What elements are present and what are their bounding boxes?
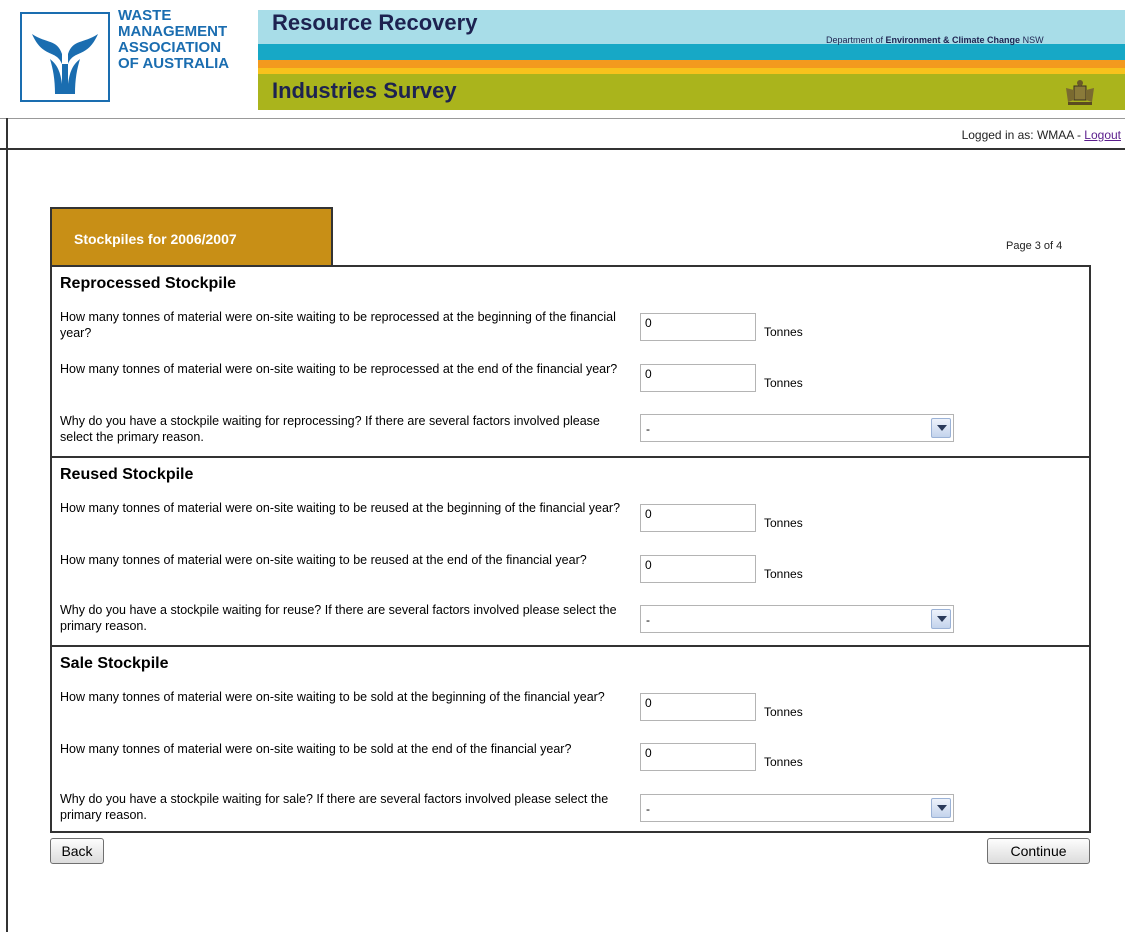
question-label: Why do you have a stockpile waiting for … — [60, 792, 609, 822]
login-divider — [0, 148, 1125, 150]
question-label: How many tonnes of material were on-site… — [60, 501, 621, 515]
chevron-down-icon[interactable] — [931, 609, 951, 629]
logo-line: MANAGEMENT — [118, 23, 228, 40]
question-label: How many tonnes of material were on-site… — [60, 362, 618, 376]
department-label: Department of Environment & Climate Chan… — [826, 35, 1044, 45]
reused-reason-select[interactable]: - — [640, 605, 954, 633]
unit-label: Tonnes — [764, 755, 803, 769]
question-label: How many tonnes of material were on-site… — [60, 310, 616, 340]
unit-label: Tonnes — [764, 376, 803, 390]
select-value: - — [646, 422, 650, 436]
header-band-orange — [258, 60, 1125, 68]
reused-start-input[interactable] — [640, 504, 756, 532]
header-divider — [0, 118, 1125, 119]
sale-start-input[interactable] — [640, 693, 756, 721]
unit-label: Tonnes — [764, 516, 803, 530]
nsw-crest-icon — [1060, 78, 1100, 106]
question-label: How many tonnes of material were on-site… — [60, 742, 572, 756]
dept-suffix: NSW — [1020, 35, 1044, 45]
tab-title: Stockpiles for 2006/2007 — [74, 231, 237, 247]
section-title: Reused Stockpile — [60, 466, 194, 483]
logo-text: WASTE MANAGEMENT ASSOCIATION OF AUSTRALI… — [118, 8, 229, 72]
section-title: Sale Stockpile — [60, 655, 169, 672]
sale-reason-select[interactable]: - — [640, 794, 954, 822]
question-label: Why do you have a stockpile waiting for … — [60, 414, 600, 444]
select-value: - — [646, 613, 650, 627]
chevron-down-icon[interactable] — [931, 418, 951, 438]
reprocessed-end-input[interactable] — [640, 364, 756, 392]
unit-label: Tonnes — [764, 567, 803, 581]
stockpile-form: Reprocessed Stockpile How many tonnes of… — [50, 265, 1091, 833]
wmaa-logo: WASTE MANAGEMENT ASSOCIATION OF AUSTRALI… — [10, 8, 260, 106]
logo-line: OF AUSTRALIA — [118, 55, 230, 72]
chevron-down-icon[interactable] — [931, 798, 951, 818]
page-indicator: Page 3 of 4 — [1006, 240, 1063, 252]
question-label: How many tonnes of material were on-site… — [60, 553, 587, 567]
question-label: Why do you have a stockpile waiting for … — [60, 603, 617, 633]
title-industries-survey: Industries Survey — [272, 78, 457, 103]
login-status: Logged in as: WMAA - Logout — [962, 128, 1121, 142]
reprocessed-start-input[interactable] — [640, 313, 756, 341]
header-band-blue — [258, 44, 1125, 60]
wmaa-emblem-icon — [20, 12, 110, 102]
page-left-border — [6, 118, 8, 932]
section-reused: Reused Stockpile How many tonnes of mate… — [52, 456, 1089, 645]
question-label: How many tonnes of material were on-site… — [60, 690, 605, 704]
section-sale: Sale Stockpile How many tonnes of materi… — [52, 645, 1089, 831]
site-header: WASTE MANAGEMENT ASSOCIATION OF AUSTRALI… — [0, 0, 1125, 112]
section-title: Reprocessed Stockpile — [60, 275, 237, 292]
unit-label: Tonnes — [764, 325, 803, 339]
reprocessed-reason-select[interactable]: - — [640, 414, 954, 442]
logo-line: ASSOCIATION — [118, 39, 222, 56]
select-value: - — [646, 802, 650, 816]
title-resource-recovery: Resource Recovery — [272, 10, 478, 35]
logout-link[interactable]: Logout — [1084, 128, 1121, 142]
section-reprocessed: Reprocessed Stockpile How many tonnes of… — [52, 267, 1089, 456]
dept-prefix: Department of — [826, 35, 886, 45]
dept-bold: Environment & Climate Change — [885, 35, 1021, 45]
reused-end-input[interactable] — [640, 555, 756, 583]
form-tab: Stockpiles for 2006/2007 — [50, 207, 333, 267]
unit-label: Tonnes — [764, 705, 803, 719]
back-button[interactable]: Back — [50, 838, 104, 864]
sale-end-input[interactable] — [640, 743, 756, 771]
logo-line: WASTE — [118, 7, 172, 24]
continue-button[interactable]: Continue — [987, 838, 1090, 864]
login-text: Logged in as: WMAA - — [961, 128, 1085, 142]
